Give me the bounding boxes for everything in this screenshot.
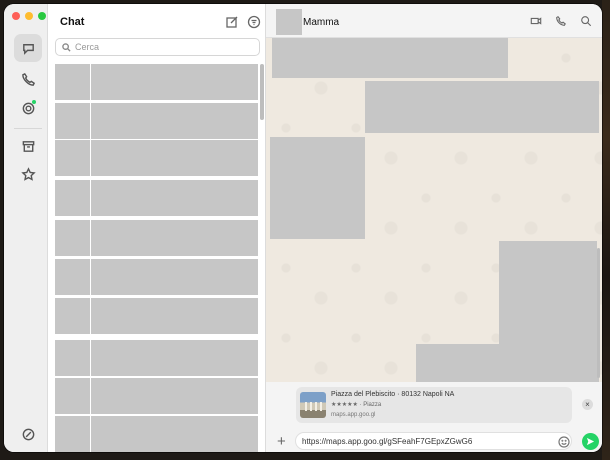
search-input[interactable] [75, 42, 255, 52]
message-bubble[interactable] [365, 81, 599, 133]
phone-icon [21, 72, 35, 86]
avatar [55, 180, 90, 216]
conversation-panel: Mamma Piazza del Plebiscito · 80132 Napo [266, 4, 602, 452]
avatar [55, 103, 90, 139]
star-icon [20, 166, 36, 181]
attach-button[interactable]: + [277, 434, 286, 449]
message-bubble[interactable] [270, 137, 365, 239]
search-icon[interactable] [580, 15, 592, 27]
chat-list-item[interactable] [55, 220, 258, 256]
composer: Piazza del Plebiscito · 80132 Napoli NA … [266, 382, 602, 452]
link-preview-thumbnail [300, 392, 326, 418]
compose-icon [226, 16, 238, 28]
rail-divider [14, 128, 42, 129]
chat-preview [91, 416, 258, 452]
zoom-window-button[interactable] [38, 12, 46, 20]
link-preview-url: maps.app.goo.gl [331, 412, 376, 418]
chat-preview [91, 259, 258, 295]
contact-name[interactable]: Mamma [303, 17, 339, 28]
page-title: Chat [60, 16, 85, 28]
search-icon [62, 42, 71, 52]
chat-list-item[interactable] [55, 140, 258, 176]
link-preview-text: Piazza del Plebiscito · 80132 Napoli NA … [331, 390, 454, 420]
send-button[interactable] [582, 433, 599, 450]
send-icon [586, 437, 595, 446]
avatar [55, 416, 90, 452]
avatar [55, 378, 90, 414]
chat-preview [91, 220, 258, 256]
chat-icon [22, 43, 34, 55]
conversation-actions [530, 15, 592, 27]
sidebar-rail [4, 4, 48, 452]
status-unread-dot [32, 100, 36, 104]
avatar [55, 64, 90, 100]
close-preview-button[interactable]: × [582, 399, 593, 410]
link-preview[interactable]: Piazza del Plebiscito · 80132 Napoli NA … [296, 387, 572, 423]
message-area[interactable] [266, 38, 602, 382]
chat-list-item[interactable] [55, 64, 258, 100]
rail-calls-button[interactable] [14, 65, 42, 93]
message-input[interactable] [295, 432, 572, 450]
avatar[interactable] [276, 9, 302, 35]
avatar [55, 220, 90, 256]
rail-chats-button[interactable] [14, 34, 42, 62]
emoji-button[interactable] [558, 435, 570, 448]
new-chat-button[interactable] [225, 15, 239, 29]
filter-icon [247, 15, 261, 29]
chat-preview [91, 103, 258, 139]
chat-preview [91, 64, 258, 100]
avatar [55, 140, 90, 176]
chat-list-item[interactable] [55, 298, 258, 334]
chat-list-panel: Chat [48, 4, 266, 452]
chat-preview [91, 140, 258, 176]
emoji-icon [558, 436, 570, 448]
chat-preview [91, 298, 258, 334]
search-field[interactable] [55, 38, 260, 56]
chat-preview [91, 180, 258, 216]
message-bubble[interactable] [499, 241, 597, 346]
chat-list-item[interactable] [55, 340, 258, 376]
link-preview-subtitle: ★★★★★ · Piazza [331, 402, 382, 408]
video-call-icon[interactable] [530, 15, 542, 27]
link-preview-title: Piazza del Plebiscito · 80132 Napoli NA [331, 391, 455, 398]
conversation-header[interactable]: Mamma [266, 4, 602, 38]
chat-list-item[interactable] [55, 180, 258, 216]
rail-archive-button[interactable] [14, 132, 42, 160]
avatar [55, 340, 90, 376]
filter-button[interactable] [247, 15, 261, 29]
rail-starred-button[interactable] [14, 160, 42, 188]
chat-preview [91, 340, 258, 376]
chat-preview [91, 378, 258, 414]
archive-icon [22, 140, 34, 152]
message-bubble[interactable] [416, 344, 599, 382]
chat-list-item[interactable] [55, 378, 258, 414]
message-area-scrollbar[interactable] [597, 248, 600, 378]
message-bubble[interactable] [272, 38, 508, 78]
desktop-background [602, 0, 610, 460]
chat-list-item[interactable] [55, 416, 258, 452]
app-window: Chat Mamma [4, 4, 602, 452]
rail-status-button[interactable] [14, 94, 42, 122]
rail-settings-button[interactable] [14, 420, 42, 448]
phone-icon[interactable] [555, 15, 567, 27]
minimize-window-button[interactable] [25, 12, 33, 20]
chat-list-item[interactable] [55, 259, 258, 295]
settings-icon [22, 428, 34, 440]
chat-list-scrollbar[interactable] [260, 64, 264, 120]
close-window-button[interactable] [12, 12, 20, 20]
window-controls [12, 12, 46, 20]
chat-list-item[interactable] [55, 103, 258, 139]
avatar [55, 259, 90, 295]
avatar [55, 298, 90, 334]
